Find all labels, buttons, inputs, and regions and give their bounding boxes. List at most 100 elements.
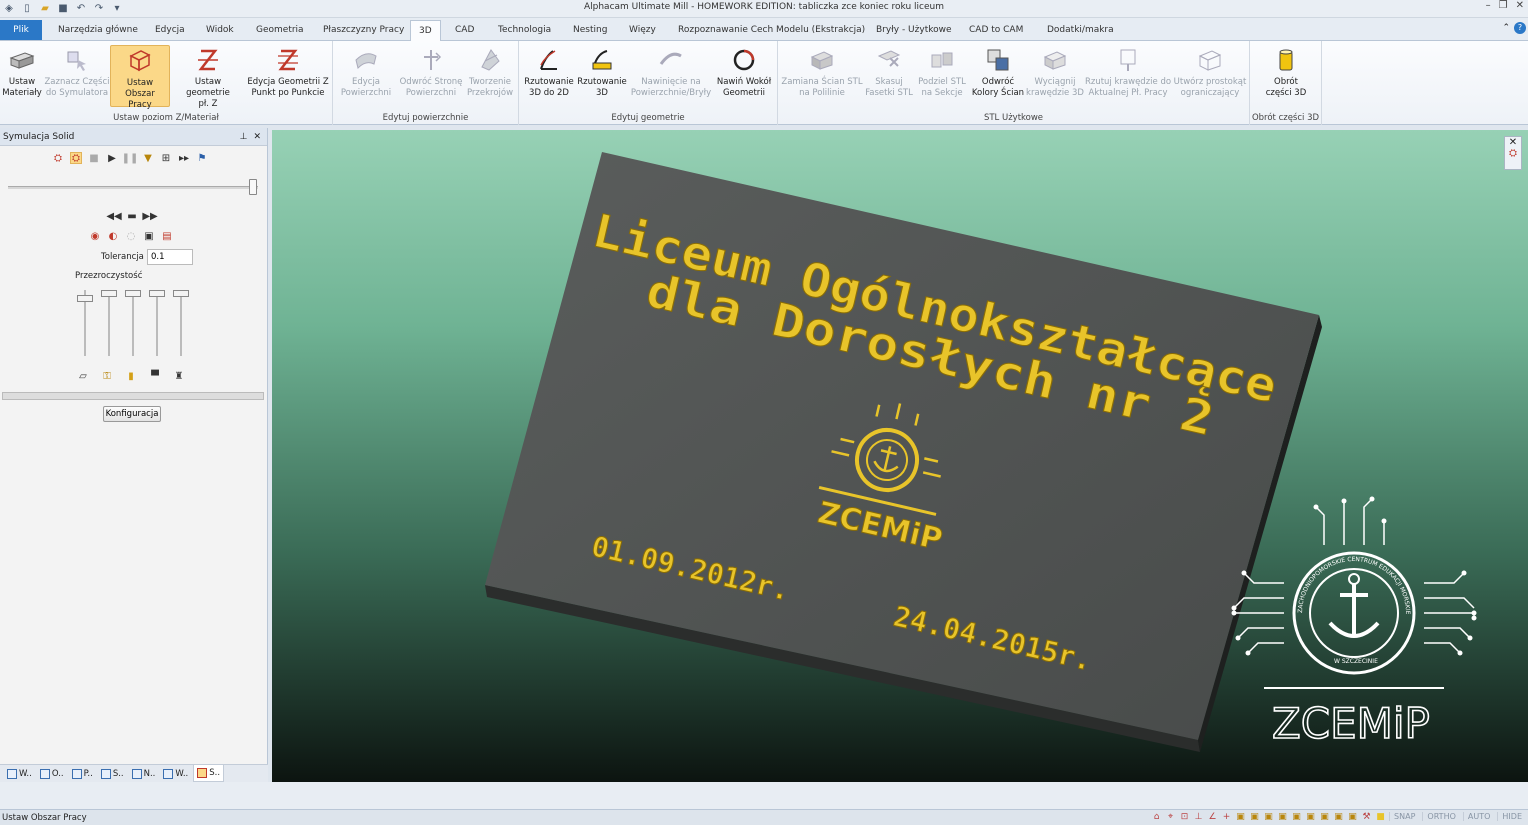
tab-narzedzia-glowne[interactable]: Narzędzia główne (56, 22, 140, 41)
minimize-ribbon-icon[interactable]: ⌃ (1502, 23, 1510, 33)
view-6-icon[interactable]: ▣ (1305, 811, 1316, 822)
transparency-slider-track[interactable] (156, 290, 158, 356)
simulate-icon[interactable]: ⛭ (52, 152, 64, 164)
hide-toggle[interactable]: HIDE (1497, 812, 1526, 821)
view-1-icon[interactable]: ▣ (1235, 811, 1246, 822)
edycja-powierzchni-button[interactable]: Edycja Powierzchni (336, 45, 396, 99)
options-icon[interactable]: ⚑ (196, 152, 208, 164)
configuration-button[interactable]: Konfiguracja (103, 406, 161, 422)
tool-icon[interactable]: ▼ (142, 152, 154, 164)
restore-icon[interactable]: ❐ (1499, 0, 1508, 11)
tab-wiezy[interactable]: Więzy (627, 22, 658, 41)
help-icon[interactable]: ? (1514, 22, 1526, 34)
snap-toggle[interactable]: SNAP (1389, 812, 1419, 821)
tab-cad-to-cam[interactable]: CAD to CAM (967, 22, 1025, 41)
podziel-stl-button[interactable]: Podziel STL na Sekcje (914, 45, 970, 99)
axis-icon[interactable]: ⊥ (1193, 811, 1204, 822)
speed-slider-track[interactable] (8, 186, 258, 189)
rzutowanie-3d-button[interactable]: Rzutowanie 3D (576, 45, 628, 99)
wyciagnij-krawedzie-button[interactable]: Wyciągnij krawędzie 3D (1026, 45, 1084, 99)
rzutowanie-3d-do-2d-button[interactable]: Rzutowanie 3D do 2D (522, 45, 576, 99)
transparency-slider-track[interactable] (180, 290, 182, 356)
odwroc-strone-button[interactable]: Odwróć Stronę Powierzchni (398, 45, 464, 99)
tab-rozpoznawanie-cech[interactable]: Rozpoznawanie Cech Modelu (Ekstrakcja) (676, 22, 867, 41)
transparency-slider-thumb[interactable] (149, 290, 165, 297)
3d-viewport[interactable]: Liceum Ogólnokształcące dla Dorosłych nr… (272, 130, 1528, 782)
view-5-icon[interactable]: ▣ (1291, 811, 1302, 822)
bottom-tab-4[interactable]: S.. (98, 765, 127, 782)
panel-scrollbar[interactable] (2, 392, 264, 400)
tworzenie-przekrojow-button[interactable]: Tworzenie Przekrojów (465, 45, 515, 99)
viewport-close-button[interactable]: ✕ ⛭ (1504, 136, 1522, 170)
bottom-tab-2[interactable]: O.. (37, 765, 67, 782)
transparency-slider-track[interactable] (132, 290, 134, 356)
solid-gray-icon[interactable]: ◌ (125, 230, 137, 242)
tab-3d[interactable]: 3D (410, 20, 441, 41)
tab-cad[interactable]: CAD (453, 22, 476, 41)
bottom-tab-6[interactable]: W.. (160, 765, 191, 782)
cursor-icon[interactable]: + (1221, 811, 1232, 822)
view-2-icon[interactable]: ▣ (1249, 811, 1260, 822)
tab-bryly-uzytkowe[interactable]: Bryły - Użytkowe (874, 22, 954, 41)
play-icon[interactable]: ▶ (106, 152, 118, 164)
bottom-tab-5[interactable]: N.. (129, 765, 159, 782)
speed-slider-thumb[interactable] (249, 179, 257, 195)
tab-geometria[interactable]: Geometria (254, 22, 306, 41)
save-sim-icon[interactable]: ▣ (143, 230, 155, 242)
bottom-tab-7[interactable]: S.. (193, 765, 225, 782)
close-icon[interactable]: ✕ (1516, 0, 1524, 11)
view-9-icon[interactable]: ▣ (1347, 811, 1358, 822)
transparency-slider-thumb[interactable] (173, 290, 189, 297)
tab-edycja[interactable]: Edycja (153, 22, 187, 41)
odwroc-kolory-button[interactable]: Odwróć Kolory Ścian (970, 45, 1026, 99)
tab-dodatki-makra[interactable]: Dodatki/makra (1045, 22, 1116, 41)
bottom-tab-3[interactable]: P.. (69, 765, 96, 782)
view-3-icon[interactable]: ▣ (1263, 811, 1274, 822)
skasuj-fasetki-button[interactable]: Skasuj Fasetki STL (864, 45, 914, 99)
tab-technologia[interactable]: Technologia (496, 22, 553, 41)
utworz-prostokat-button[interactable]: Utwórz prostokąt ograniczający (1172, 45, 1248, 99)
stop-icon[interactable]: ■ (88, 152, 100, 164)
nawin-wokol-button[interactable]: Nawiń Wokół Geometrii (714, 45, 774, 99)
solid-red-icon[interactable]: ◉ (89, 230, 101, 242)
transparency-slider-thumb[interactable] (125, 290, 141, 297)
angle-icon[interactable]: ∠ (1207, 811, 1218, 822)
tab-widok[interactable]: Widok (204, 22, 236, 41)
transparency-slider-track[interactable] (108, 290, 110, 356)
step-icon[interactable]: ▸▸ (178, 152, 190, 164)
color-icon[interactable]: ▤ (161, 230, 173, 242)
bottom-tab-1[interactable]: W.. (4, 765, 35, 782)
minimize-icon[interactable]: – (1486, 0, 1491, 11)
nawiniecie-button[interactable]: Nawinięcie na Powierzchnie/Bryły (630, 45, 712, 99)
tab-nesting[interactable]: Nesting (571, 22, 609, 41)
stop-step-icon[interactable]: ▬ (126, 210, 138, 222)
ustaw-materialy-button[interactable]: Ustaw Materiały (2, 45, 42, 99)
view-4-icon[interactable]: ▣ (1277, 811, 1288, 822)
house-icon[interactable]: ⌂ (1151, 811, 1162, 822)
view-7-icon[interactable]: ▣ (1319, 811, 1330, 822)
edycja-geometrii-z-button[interactable]: Edycja Geometrii Z Punkt po Punkcie (246, 45, 330, 99)
ustaw-geometrie-plz-button[interactable]: Ustaw geometrie pł. Z (172, 45, 244, 110)
tolerance-input[interactable] (147, 249, 193, 265)
view-8-icon[interactable]: ▣ (1333, 811, 1344, 822)
zaznacz-czesci-button[interactable]: Zaznacz Części do Symulatora (44, 45, 110, 99)
snap-icon[interactable]: ⌖ (1165, 811, 1176, 822)
transparency-slider-thumb[interactable] (101, 290, 117, 297)
solid-cut-icon[interactable]: ◐ (107, 230, 119, 242)
auto-toggle[interactable]: AUTO (1462, 812, 1495, 821)
workplane-status-icon[interactable]: ⚒ (1361, 811, 1372, 822)
tab-plaszczyzny-pracy[interactable]: Płaszczyzny Pracy (321, 22, 406, 41)
pause-icon[interactable]: ❚❚ (122, 152, 139, 164)
rzutuj-krawedzie-button[interactable]: Rzutuj krawędzie do Aktualnej Pł. Pracy (1084, 45, 1172, 99)
layer-icon[interactable]: ■ (1375, 811, 1386, 822)
ortho-toggle[interactable]: ORTHO (1422, 812, 1459, 821)
obrot-czesci-3d-button[interactable]: Obrót części 3D (1256, 45, 1316, 99)
simulate-active-icon[interactable]: ⛭ (70, 152, 82, 164)
transparency-slider-thumb[interactable] (77, 294, 93, 302)
panel-close-icon[interactable]: ✕ (253, 128, 261, 146)
grid-icon[interactable]: ⊡ (1179, 811, 1190, 822)
forward-icon[interactable]: ▶▶ (142, 210, 157, 222)
pin-icon[interactable]: ⊥ (240, 128, 248, 146)
close-icon[interactable]: ✕ (1505, 137, 1521, 148)
tab-plik[interactable]: Plik (0, 20, 42, 40)
